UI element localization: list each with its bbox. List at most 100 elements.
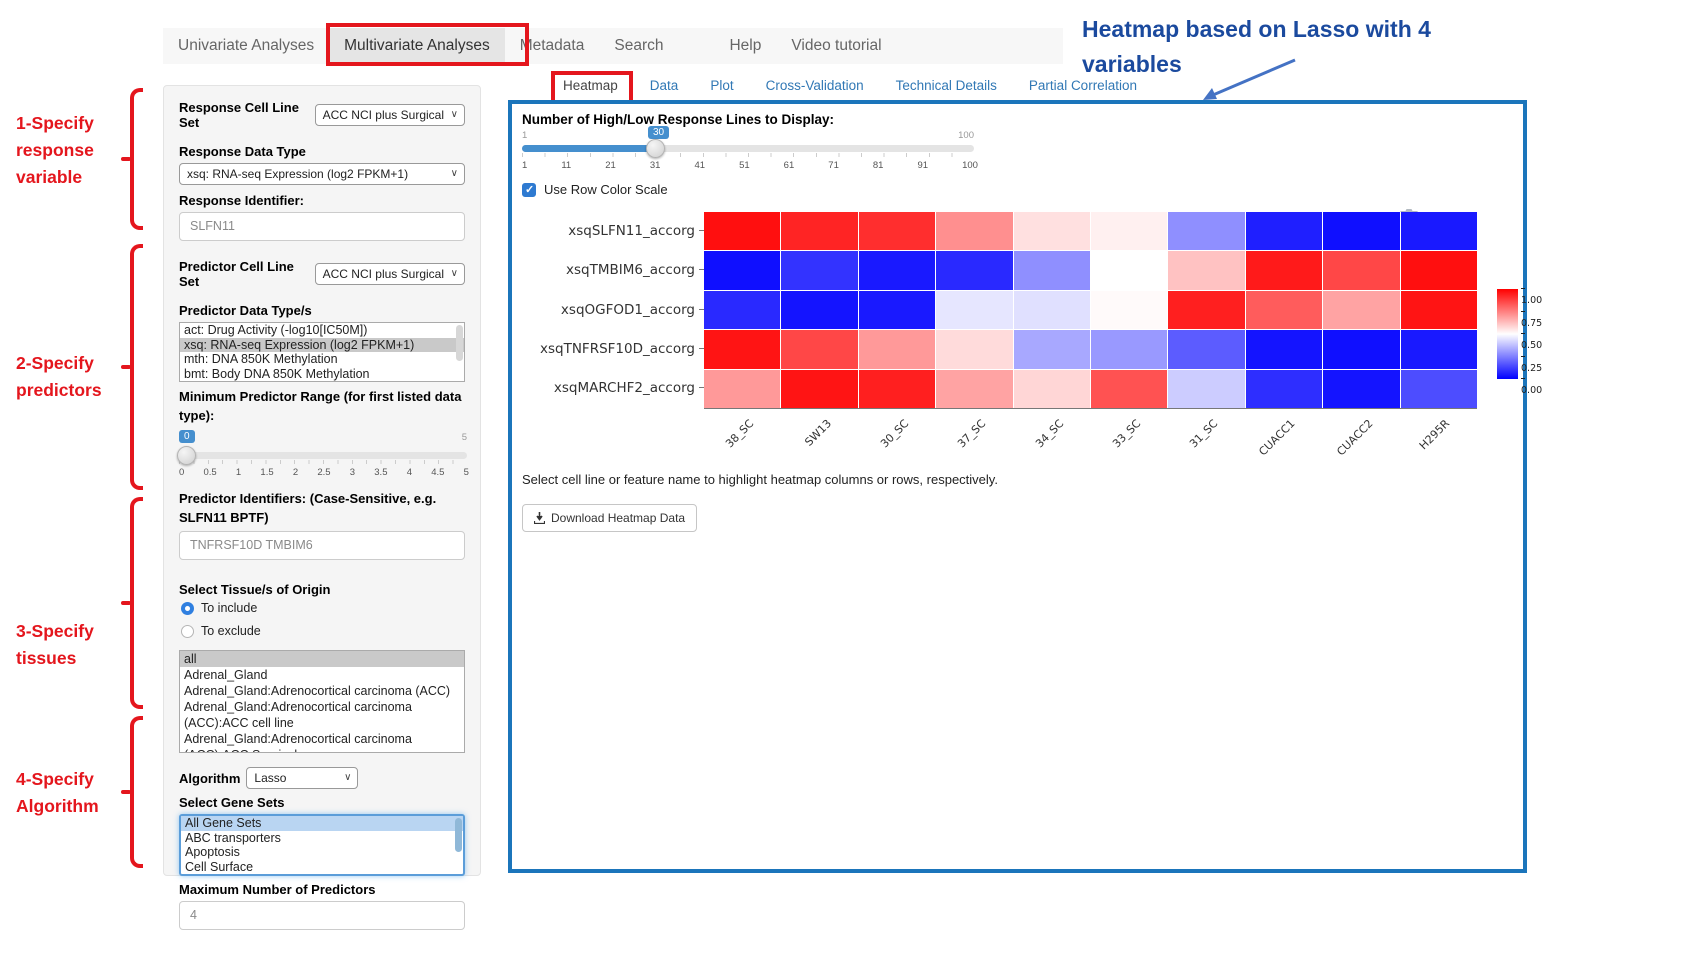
predictor-identifiers-input[interactable]: TNFRSF10D TMBIM6 <box>179 531 465 560</box>
nav-item-search[interactable]: Search <box>599 28 678 64</box>
predictor-data-types-list[interactable]: act: Drug Activity (-log10[IC50M])xsq: R… <box>179 322 465 382</box>
heatmap-cell[interactable] <box>1401 330 1477 368</box>
tab-technical-details[interactable]: Technical Details <box>896 78 997 93</box>
tissue-exclude-radio[interactable]: To exclude <box>181 624 465 638</box>
nav-item-help[interactable]: Help <box>714 28 776 64</box>
list-option-abc-transporters[interactable]: ABC transporters <box>181 831 463 846</box>
heatmap-cell[interactable] <box>781 212 857 250</box>
tab-plot[interactable]: Plot <box>710 78 733 93</box>
list-option-cell-surface[interactable]: Cell Surface <box>181 860 463 875</box>
heatmap-cell[interactable] <box>704 291 780 329</box>
tab-heatmap[interactable]: Heatmap <box>563 78 618 93</box>
heatmap-cell[interactable] <box>1401 251 1477 289</box>
heatmap-col-label-cuacc1[interactable]: CUACC1 <box>1257 417 1298 458</box>
heatmap-cell[interactable] <box>1168 330 1244 368</box>
heatmap-cell[interactable] <box>1168 212 1244 250</box>
heatmap-cell[interactable] <box>1246 291 1322 329</box>
heatmap-cell[interactable] <box>1168 291 1244 329</box>
heatmap-col-label-38-sc[interactable]: 38_SC <box>723 417 756 450</box>
heatmap-cell[interactable] <box>1014 330 1090 368</box>
heatmap-cell[interactable] <box>1323 212 1399 250</box>
heatmap-cell[interactable] <box>781 291 857 329</box>
heatmap-cell[interactable] <box>1401 212 1477 250</box>
nav-item-metadata[interactable]: Metadata <box>505 28 600 64</box>
predictor-cell-line-set-select[interactable]: ACC NCI plus Surgical∨ <box>315 263 465 285</box>
heatmap-cell[interactable] <box>859 251 935 289</box>
list-option-all[interactable]: all <box>180 651 464 667</box>
heatmap-row-label-xsqslfn11-accorg[interactable]: xsqSLFN11_accorg <box>568 223 704 239</box>
heatmap-cell[interactable] <box>1246 212 1322 250</box>
download-heatmap-data-button[interactable]: Download Heatmap Data <box>522 504 697 532</box>
heatmap-col-label-34-sc[interactable]: 34_SC <box>1033 417 1066 450</box>
heatmap-cell[interactable] <box>781 330 857 368</box>
response-data-type-select[interactable]: xsq: RNA-seq Expression (log2 FPKM+1)∨ <box>179 163 465 185</box>
heatmap-cell[interactable] <box>1014 212 1090 250</box>
slider-handle[interactable] <box>177 446 196 465</box>
heatmap-row-label-xsqmarchf2-accorg[interactable]: xsqMARCHF2_accorg <box>554 380 704 396</box>
list-option-mth-dna-850k-methylation[interactable]: mth: DNA 850K Methylation <box>180 352 464 367</box>
tab-cross-validation[interactable]: Cross-Validation <box>766 78 864 93</box>
heatmap-cell[interactable] <box>859 291 935 329</box>
heatmap-cell[interactable] <box>781 251 857 289</box>
heatmap-cell[interactable] <box>936 370 1012 408</box>
heatmap-cell[interactable] <box>1091 370 1167 408</box>
max-predictors-input[interactable]: 4 <box>179 901 465 930</box>
heatmap-cell[interactable] <box>704 330 780 368</box>
heatmap-cell[interactable] <box>781 370 857 408</box>
heatmap-col-label-31-sc[interactable]: 31_SC <box>1187 417 1220 450</box>
heatmap-cell[interactable] <box>1091 251 1167 289</box>
heatmap-cell[interactable] <box>1168 370 1244 408</box>
heatmap-cell[interactable] <box>1323 370 1399 408</box>
list-option-adrenal-gland-adrenocortical-carcinoma-acc-acc-surgical[interactable]: Adrenal_Gland:Adrenocortical carcinoma (… <box>180 731 464 753</box>
response-identifier-input[interactable]: SLFN11 <box>179 212 465 241</box>
heatmap-col-label-37-sc[interactable]: 37_SC <box>955 417 988 450</box>
heatmap-cell[interactable] <box>704 370 780 408</box>
slider-handle[interactable] <box>646 139 665 158</box>
nav-item-multivariate-analyses[interactable]: Multivariate Analyses <box>329 28 505 64</box>
heatmap-cell[interactable] <box>1246 251 1322 289</box>
list-option-act-drug-activity-log10-ic50m[interactable]: act: Drug Activity (-log10[IC50M]) <box>180 323 464 338</box>
heatmap-cell[interactable] <box>1091 291 1167 329</box>
heatmap-cell[interactable] <box>1091 212 1167 250</box>
heatmap-cell[interactable] <box>1014 291 1090 329</box>
heatmap-cell[interactable] <box>1246 330 1322 368</box>
scrollbar[interactable] <box>455 818 462 852</box>
slider-track[interactable] <box>179 452 467 459</box>
list-option-adrenal-gland-adrenocortical-carcinoma-acc[interactable]: Adrenal_Gland:Adrenocortical carcinoma (… <box>180 683 464 699</box>
heatmap-col-label-33-sc[interactable]: 33_SC <box>1110 417 1143 450</box>
list-option-adrenal-gland-adrenocortical-carcinoma-acc-acc-cell-line[interactable]: Adrenal_Gland:Adrenocortical carcinoma (… <box>180 699 464 731</box>
heatmap-col-label-cuacc2[interactable]: CUACC2 <box>1334 417 1375 458</box>
heatmap-cell[interactable] <box>859 212 935 250</box>
heatmap-col-label-h295r[interactable]: H295R <box>1417 417 1452 452</box>
tab-partial-correlation[interactable]: Partial Correlation <box>1029 78 1137 93</box>
heatmap-cell[interactable] <box>1401 291 1477 329</box>
heatmap-cell[interactable] <box>859 370 935 408</box>
heatmap-cell[interactable] <box>704 212 780 250</box>
heatmap-cell[interactable] <box>1401 370 1477 408</box>
heatmap-cell[interactable] <box>1168 251 1244 289</box>
heatmap-cell[interactable] <box>1323 291 1399 329</box>
gene-sets-list[interactable]: All Gene SetsABC transportersApoptosisCe… <box>179 814 465 876</box>
heatmap-cell[interactable] <box>704 251 780 289</box>
heatmap-row-label-xsqtmbim6-accorg[interactable]: xsqTMBIM6_accorg <box>566 262 704 278</box>
tissue-include-radio[interactable]: To include <box>181 601 465 615</box>
heatmap-col-label-sw13[interactable]: SW13 <box>802 417 834 449</box>
heatmap-row-label-xsqtnfrsf10d-accorg[interactable]: xsqTNFRSF10D_accorg <box>540 341 704 357</box>
algorithm-select[interactable]: Lasso∨ <box>246 767 358 789</box>
heatmap-cell[interactable] <box>1014 370 1090 408</box>
heatmap-cell[interactable] <box>1323 251 1399 289</box>
checkbox-icon[interactable] <box>522 183 536 197</box>
heatmap-cell[interactable] <box>1246 370 1322 408</box>
scrollbar[interactable] <box>456 325 463 361</box>
row-color-scale-control[interactable]: Use Row Color Scale <box>522 182 668 197</box>
heatmap-cell[interactable] <box>936 212 1012 250</box>
heatmap-cell[interactable] <box>1091 330 1167 368</box>
heatmap-cell[interactable] <box>936 330 1012 368</box>
list-option-adrenal-gland[interactable]: Adrenal_Gland <box>180 667 464 683</box>
tab-data[interactable]: Data <box>650 78 679 93</box>
heatmap-cell[interactable] <box>859 330 935 368</box>
list-option-apoptosis[interactable]: Apoptosis <box>181 845 463 860</box>
response-cell-line-set-select[interactable]: ACC NCI plus Surgical∨ <box>315 104 465 126</box>
nav-item-video-tutorial[interactable]: Video tutorial <box>776 28 896 64</box>
heatmap-cell[interactable] <box>1014 251 1090 289</box>
